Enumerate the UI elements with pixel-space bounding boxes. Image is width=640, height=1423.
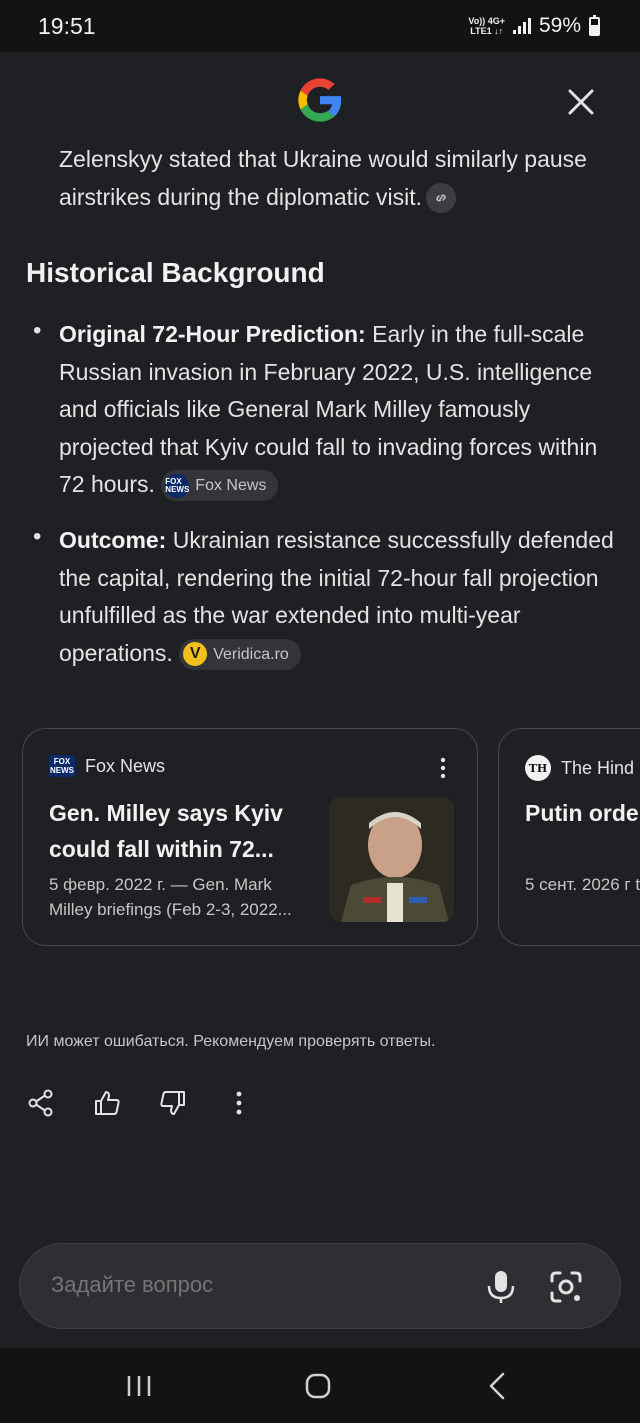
thumbs-down-icon[interactable] bbox=[158, 1088, 188, 1118]
source-card[interactable]: FOX NEWS Fox News Gen. Milley says Kyiv c… bbox=[22, 728, 478, 946]
card-thumbnail bbox=[329, 797, 454, 922]
mic-icon[interactable] bbox=[484, 1269, 518, 1305]
the-hindu-logo-icon: TH bbox=[525, 755, 551, 781]
card-title: Putin orde pause in st bbox=[525, 800, 640, 826]
source-cards-carousel[interactable]: FOX NEWS Fox News Gen. Milley says Kyiv c… bbox=[22, 728, 640, 948]
card-meta: 5 февр. 2022 г. — Gen. Mark Milley brief… bbox=[49, 875, 292, 919]
bullet-item: Original 72-Hour Prediction: Early in th… bbox=[59, 316, 619, 504]
thumbs-up-icon[interactable] bbox=[92, 1088, 122, 1118]
bullet-text: Early in the full-scale Russian invasion… bbox=[59, 321, 598, 497]
close-icon[interactable] bbox=[566, 87, 596, 117]
home-icon[interactable] bbox=[302, 1370, 334, 1402]
card-title: Gen. Milley says Kyiv could fall within … bbox=[49, 800, 283, 862]
source-chip-veridica[interactable]: V Veridica.ro bbox=[179, 638, 301, 670]
more-vert-icon[interactable] bbox=[439, 756, 447, 780]
fox-news-logo-icon: FOX NEWS bbox=[165, 473, 190, 498]
source-card[interactable]: TH The Hind Putin orde pause in st 5 сен… bbox=[498, 728, 640, 946]
status-time: 19:51 bbox=[38, 12, 96, 39]
status-icons: Vo)) 4G+ LTE1 ↓↑ 59% bbox=[468, 14, 600, 38]
answer-actions bbox=[26, 1088, 254, 1118]
card-source: TH The Hind bbox=[525, 755, 634, 781]
veridica-logo-icon: V bbox=[183, 642, 208, 667]
google-g-icon bbox=[298, 78, 342, 122]
battery-icon bbox=[589, 14, 600, 36]
system-nav-bar bbox=[0, 1348, 640, 1423]
bullet-bold-label: Outcome: bbox=[59, 527, 167, 553]
signal-icon bbox=[512, 18, 531, 34]
bullet-bold-label: Original 72-Hour Prediction: bbox=[59, 321, 366, 347]
fox-news-logo-icon: FOX NEWS bbox=[49, 755, 75, 777]
battery-percent: 59% bbox=[538, 14, 581, 37]
ai-answer-sheet: Zelenskyy stated that Ukraine would simi… bbox=[0, 52, 640, 1348]
back-icon[interactable] bbox=[482, 1370, 514, 1402]
source-chip-label: Veridica.ro bbox=[213, 645, 289, 663]
source-chip-fox-news[interactable]: FOX NEWS Fox News bbox=[161, 470, 279, 502]
share-icon[interactable] bbox=[26, 1088, 56, 1118]
answer-paragraph: Zelenskyy stated that Ukraine would simi… bbox=[59, 141, 619, 216]
recent-apps-icon[interactable] bbox=[123, 1370, 155, 1402]
ask-input[interactable] bbox=[51, 1272, 451, 1298]
citation-link-icon[interactable] bbox=[426, 183, 457, 214]
card-source: FOX NEWS Fox News bbox=[49, 755, 165, 777]
ask-input-bar[interactable] bbox=[19, 1243, 621, 1329]
network-top-label: Vo)) 4G+ bbox=[468, 16, 505, 26]
answer-paragraph-text: Zelenskyy stated that Ukraine would simi… bbox=[59, 146, 587, 210]
bullet-dot: • bbox=[33, 317, 42, 344]
network-bottom-label: LTE1 ↓↑ bbox=[470, 26, 504, 36]
section-heading: Historical Background bbox=[26, 257, 325, 288]
status-bar: 19:51 Vo)) 4G+ LTE1 ↓↑ 59% bbox=[0, 0, 640, 52]
more-vert-icon[interactable] bbox=[224, 1088, 254, 1118]
ai-disclaimer: ИИ может ошибаться. Рекомендуем проверят… bbox=[26, 1033, 436, 1050]
camera-lens-icon[interactable] bbox=[548, 1269, 584, 1305]
network-indicator: Vo)) 4G+ LTE1 ↓↑ bbox=[468, 16, 505, 36]
card-source-name: Fox News bbox=[85, 755, 166, 776]
bullet-item: Outcome: Ukrainian resistance successful… bbox=[59, 522, 619, 672]
bullet-dot: • bbox=[33, 523, 42, 550]
card-source-name: The Hind bbox=[561, 757, 635, 778]
source-chip-label: Fox News bbox=[195, 477, 267, 495]
card-meta: 5 сент. 2026 г trip comes as bbox=[525, 875, 640, 894]
